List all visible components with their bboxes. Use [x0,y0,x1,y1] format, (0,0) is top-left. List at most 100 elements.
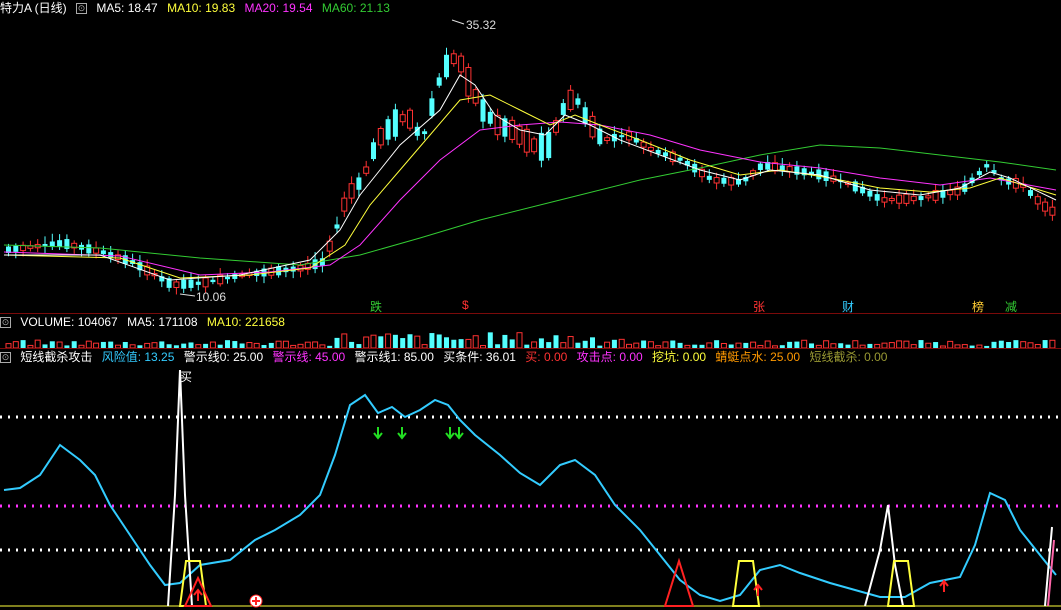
volume-bar [71,341,77,348]
candle-body [888,197,895,202]
dig-pit-shape [178,560,208,607]
candle-body [108,252,114,258]
candle-body [546,131,552,159]
volume-bar [538,338,544,348]
indicator-name: 短线截杀攻击 [20,350,93,364]
volume-label: VOLUME: 104067 [20,315,118,329]
volume-bar [903,340,910,349]
candle-body [1034,196,1041,205]
volume-bar [436,334,442,348]
candle-body [436,77,442,86]
volume-bar [567,336,574,349]
candle-body [677,157,683,161]
candle-body [450,53,457,65]
down-arrow-icon [397,427,407,440]
candle-body [444,54,449,78]
volume-header: ⊙ VOLUME: 104067 MA5: 171108 MA10: 22165… [0,314,291,330]
volume-bar [400,338,406,348]
candle-body [422,131,428,135]
marker-dollar[interactable]: $ [462,298,469,312]
volume-ma5-label: MA5: 171108 [127,315,198,329]
volume-bar [378,336,384,348]
warn-label: 警示线: 45.00 [272,350,346,364]
volume-bar [611,339,617,348]
volume-bar [487,332,493,348]
volume-bar [385,333,392,349]
volume-bar [334,337,340,348]
volume-bar [618,338,625,349]
volume-bar [232,341,238,348]
candle-body [363,166,370,174]
buy-spike [864,504,904,607]
volume-bar [341,333,348,349]
candle-body [86,244,92,254]
up-arrow-icon [193,588,203,601]
indicator-chart[interactable] [0,365,1061,610]
candle-body [976,171,982,176]
candle-body [371,142,376,160]
candle-body [713,177,720,184]
volume-bar [823,340,830,349]
dragonfly-label: 蜻蜓点水: 25.00 [715,350,801,364]
candle-body [984,164,990,168]
volume-bar [370,334,377,349]
volume-bar [641,340,647,348]
candle-body [472,89,479,104]
candle-body [947,189,954,196]
candle-body [531,138,538,153]
volume-bar [801,339,808,349]
candlestick-chart[interactable] [0,0,1061,312]
candle-body [210,279,216,283]
volume-bar [458,339,464,348]
candle-body [348,183,355,199]
volume-bar [516,332,523,349]
candle-body [487,111,493,124]
candle-body [494,114,501,136]
candle-body [356,177,362,190]
volume-bar [502,334,508,348]
buy-signal-text: 买 [180,370,193,384]
dig-pit-shape [731,560,761,607]
down-arrow-icon [373,427,383,440]
warn0-label: 警示线0: 25.00 [183,350,264,364]
up-arrow-icon [939,579,949,592]
volume-chart[interactable] [0,329,1061,349]
volume-bar [947,340,954,349]
dig-pit-label: 挖坑: 0.00 [652,350,707,364]
candle-body [604,137,611,141]
candle-body [225,276,230,280]
down-arrow-icon [445,427,455,440]
volume-bar [282,340,289,349]
ma10-line [3,94,1057,279]
candle-body [1049,206,1056,216]
volume-bar [444,337,449,348]
buy-condition-label: 买条件: 36.01 [443,350,516,364]
candle-body [385,119,391,140]
volume-bar [670,340,676,348]
volume-bar [392,334,398,348]
candle-body [647,146,654,152]
volume-bar [49,341,55,348]
candle-body [13,245,19,252]
collapse-icon[interactable]: ⊙ [0,317,11,329]
collapse-icon[interactable]: ⊙ [0,352,11,364]
candle-body [910,195,917,202]
candle-body [721,177,727,184]
volume-bar [998,340,1004,348]
volume-bar [1013,340,1019,348]
candle-body [57,240,63,247]
warn1-label: 警示线1: 85.00 [354,350,434,364]
volume-bar [1042,340,1048,348]
candle-body [903,193,910,204]
high-price-label: 35.32 [466,18,497,32]
risk-value-label: 风险值: 13.25 [101,350,175,364]
low-pointer [179,293,196,297]
candle-body [480,99,486,122]
candle-body [567,89,574,110]
buy-spike [167,369,193,607]
volume-bar [852,340,859,349]
volume-bar [225,340,230,348]
candle-body [341,197,348,212]
ma60-line [3,144,1057,266]
volume-bar [34,339,41,349]
